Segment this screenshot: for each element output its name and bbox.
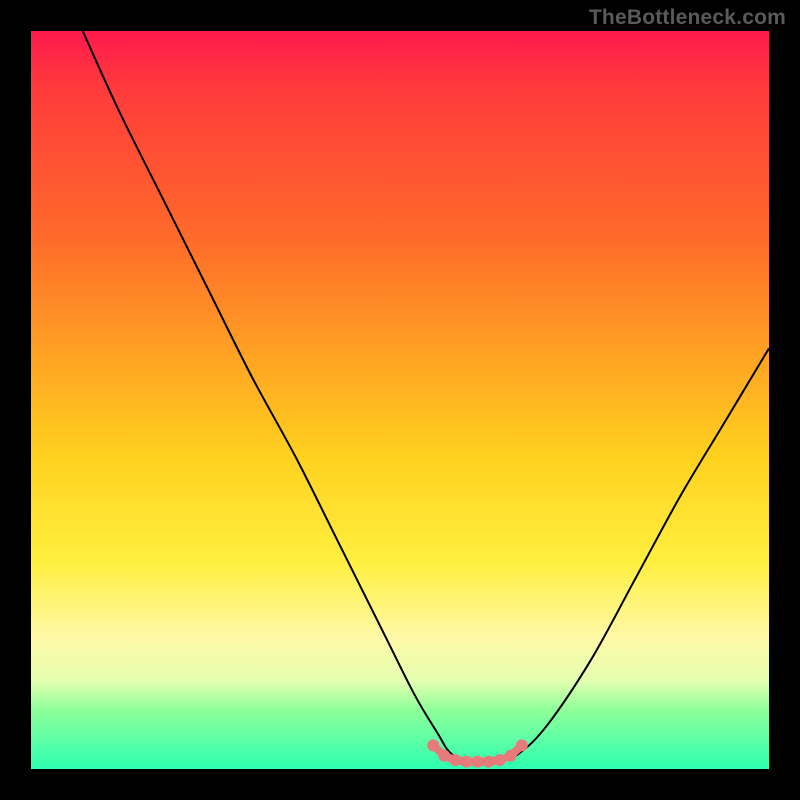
curve-path xyxy=(83,31,769,763)
marker-dot xyxy=(516,739,528,751)
watermark-text: TheBottleneck.com xyxy=(589,6,786,30)
marker-dot xyxy=(427,739,439,751)
marker-group xyxy=(427,739,528,767)
marker-dot xyxy=(472,756,484,768)
marker-dot xyxy=(438,750,450,762)
curve-path-group xyxy=(83,31,769,763)
chart-frame: TheBottleneck.com xyxy=(0,0,800,800)
marker-dot xyxy=(505,750,517,762)
plot-area xyxy=(31,31,769,769)
marker-dot xyxy=(460,756,472,768)
marker-dot xyxy=(449,754,461,766)
bottleneck-curve xyxy=(31,31,769,769)
marker-dot xyxy=(494,754,506,766)
marker-dot xyxy=(483,756,495,768)
